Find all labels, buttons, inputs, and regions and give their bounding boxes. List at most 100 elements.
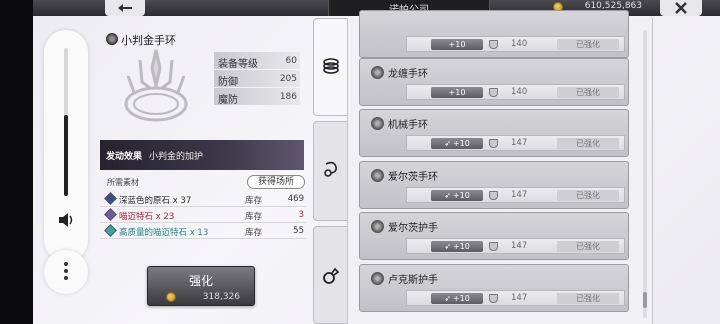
bracelet-item[interactable]: 龙缠手环 +10 140 已强化 [359, 58, 629, 106]
stock-value: 3 [298, 210, 304, 220]
stats-panel: 装备等级 60 防御 205 魔防 186 [214, 52, 300, 106]
stat-row-defense: 防御 205 [214, 70, 300, 88]
bracelet-item[interactable]: 机械手环 ➶ +10 147 已强化 [359, 109, 629, 157]
stock-label: 库存 [245, 212, 263, 222]
coil-bracelet-icon [323, 58, 339, 74]
status-badge: 已强化 [557, 190, 619, 201]
stat-label: 装备等级 [218, 59, 258, 70]
stat-label: 防御 [218, 77, 238, 88]
bracelet-icon [371, 272, 384, 285]
bracelet-item[interactable]: 爱尔茨护手 ➶ +10 147 已强化 [359, 212, 629, 260]
stock-value: 469 [287, 194, 304, 204]
gold-coin-icon [166, 292, 176, 302]
arrow-icon: ➶ [444, 242, 451, 251]
gem-icon [104, 224, 117, 237]
status-badge: 已强化 [557, 293, 619, 304]
status-badge: 已强化 [557, 138, 619, 149]
material-row: 深蓝色的原石 x 37 库存 469 [100, 191, 306, 207]
bracelet-info-strip: +10 140 已强化 [406, 84, 625, 100]
bracelet-icon [371, 169, 384, 182]
tab-ring[interactable] [313, 226, 349, 324]
find-location-button[interactable]: 获得场所 [247, 175, 305, 189]
enhance-level-badge: +10 [431, 87, 483, 98]
bracelet-item[interactable]: +10 140 已强化 [359, 10, 629, 58]
volume-slider[interactable] [64, 48, 68, 196]
volume-slider-fill [64, 114, 68, 196]
bracelet-info-strip: +10 140 已强化 [406, 36, 625, 52]
stock-label: 库存 [245, 196, 263, 206]
enhance-level-badge: ➶ +10 [431, 190, 483, 201]
back-button[interactable] [105, 0, 145, 16]
stat-row-level: 装备等级 60 [214, 52, 300, 70]
device-sidebar [0, 0, 33, 324]
more-dots-icon [64, 262, 68, 283]
material-name: 深蓝色的原石 x 37 [119, 196, 192, 206]
close-button[interactable] [660, 0, 702, 16]
volume-panel [44, 30, 88, 262]
bracelet-name: 龙缠手环 [388, 69, 428, 80]
plus-value: +10 [452, 294, 470, 303]
bracelet-item[interactable]: 爱尔茨手环 ➶ +10 147 已强化 [359, 161, 629, 209]
effect-label: 发动效果 [106, 152, 143, 162]
stock-label: 库存 [245, 228, 263, 238]
shield-icon [489, 40, 498, 49]
materials-header: 所需素材 获得场所 [100, 175, 306, 189]
tab-coil-bracelet[interactable] [313, 18, 349, 116]
bracelet-info-strip: ➶ +10 147 已强化 [406, 238, 625, 254]
enhance-level-badge: ➶ +10 [431, 241, 483, 252]
stock-value: 55 [293, 226, 304, 236]
shield-icon [489, 191, 498, 200]
enhance-cost: 318,326 [202, 292, 240, 302]
defense-value: 147 [511, 138, 528, 148]
plus-value: +10 [452, 242, 470, 251]
bracelet-name: 机械手环 [388, 120, 428, 131]
stat-value: 186 [279, 92, 297, 102]
bracelet-info-strip: ➶ +10 147 已强化 [406, 187, 625, 203]
enhance-level-badge: ➶ +10 [431, 293, 483, 304]
stat-value: 60 [285, 56, 297, 66]
enhance-label: 强化 [188, 274, 213, 288]
material-row: 高质量的喵迈特石 x 13 库存 55 [100, 223, 306, 239]
more-options-button[interactable] [44, 250, 88, 294]
bracelet-icon [371, 117, 384, 130]
effect-text: 小判金的加护 [149, 152, 204, 162]
chain-bracelet-icon [324, 161, 337, 177]
bracelet-name: 爱尔茨护手 [388, 223, 438, 234]
category-tabs [313, 18, 349, 324]
plus-value: +10 [452, 139, 470, 148]
arrow-icon: ➶ [444, 294, 451, 303]
shield-icon [489, 294, 498, 303]
bracelet-name: 爱尔茨手环 [388, 172, 438, 183]
close-icon [675, 2, 687, 14]
bracelet-info-strip: ➶ +10 147 已强化 [406, 290, 625, 306]
arrow-icon: ➶ [444, 191, 451, 200]
status-badge: 已强化 [557, 241, 619, 252]
plus-value: +10 [448, 88, 466, 97]
defense-value: 140 [511, 87, 528, 97]
bracelet-icon [371, 66, 384, 79]
effect-bar: 发动效果 小判金的加护 [100, 140, 304, 170]
defense-value: 140 [511, 39, 528, 49]
stat-label: 魔防 [218, 95, 238, 106]
plus-value: +10 [448, 40, 466, 49]
bracelet-icon [371, 220, 384, 233]
tab-chain-bracelet[interactable] [313, 121, 349, 221]
shield-icon [489, 88, 498, 97]
enhance-button[interactable]: 强化 318,326 [147, 266, 255, 306]
list-scrollbar[interactable] [643, 30, 647, 318]
speaker-icon[interactable] [57, 212, 75, 228]
gem-icon [104, 208, 117, 221]
scrollbar-thumb[interactable] [643, 292, 647, 308]
status-badge: 已强化 [557, 87, 619, 98]
arrow-left-icon [118, 4, 132, 12]
bracelet-info-strip: ➶ +10 147 已强化 [406, 135, 625, 151]
stat-value: 205 [279, 74, 297, 84]
gem-icon [104, 192, 117, 205]
material-name: 喵迈特石 x 23 [119, 212, 175, 222]
shield-icon [489, 242, 498, 251]
bracelet-name: 卢克斯护手 [388, 275, 438, 286]
bracelet-item[interactable]: 卢克斯护手 ➶ +10 147 已强化 [359, 264, 629, 312]
enhance-level-badge: ➶ +10 [431, 138, 483, 149]
material-name: 高质量的喵迈特石 x 13 [119, 228, 209, 238]
plus-value: +10 [452, 191, 470, 200]
